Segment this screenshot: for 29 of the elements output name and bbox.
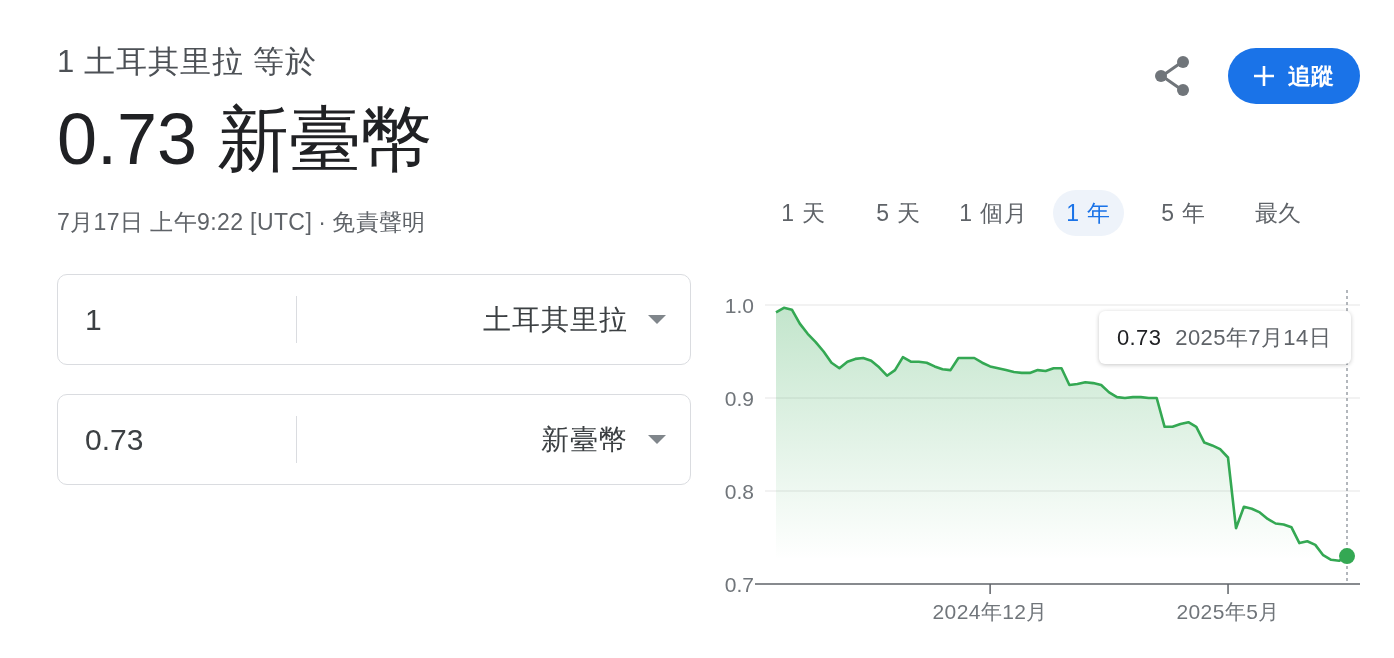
disclaimer-link[interactable]: 免責聲明 — [332, 208, 426, 236]
period-tab[interactable]: 1 年 — [1053, 190, 1124, 236]
period-tab[interactable]: 5 年 — [1148, 190, 1219, 236]
conversion-result: 0.73 新臺幣 — [57, 98, 434, 181]
currency-dropdown[interactable]: 土耳其里拉 — [297, 301, 666, 338]
period-tab[interactable]: 1 個月 — [946, 190, 1041, 236]
follow-button[interactable]: 追蹤 — [1228, 48, 1360, 104]
y-axis-label: 0.8 — [724, 479, 754, 503]
y-axis-label: 1.0 — [724, 293, 754, 317]
x-axis-label: 2024年12月 — [932, 599, 1048, 623]
period-tab[interactable]: 1 天 — [768, 190, 839, 236]
currency-dropdown[interactable]: 新臺幣 — [297, 421, 666, 458]
caret-icon — [648, 435, 666, 444]
point-marker-icon — [1339, 548, 1355, 565]
y-axis-label: 0.9 — [724, 386, 754, 410]
caret-icon — [648, 315, 666, 324]
separator: · — [318, 208, 327, 236]
y-axis-label: 0.7 — [724, 572, 754, 596]
x-axis-label: 2025年5月 — [1176, 599, 1280, 623]
tooltip-date: 2025年7月14日 — [1175, 323, 1331, 352]
amount-input[interactable]: 1 — [85, 301, 296, 338]
tooltip-value: 0.73 — [1116, 324, 1162, 351]
period-tab[interactable]: 5 天 — [863, 190, 934, 236]
period-tab[interactable]: 最久 — [1241, 190, 1316, 236]
share-icon[interactable] — [1154, 56, 1190, 96]
conversion-summary: 1 土耳其里拉 等於 — [57, 44, 317, 80]
update-timestamp: 7月17日 上午9:22 [UTC] — [57, 208, 313, 236]
amount-input[interactable]: 0.73 — [85, 421, 296, 458]
plus-icon — [1254, 66, 1274, 86]
